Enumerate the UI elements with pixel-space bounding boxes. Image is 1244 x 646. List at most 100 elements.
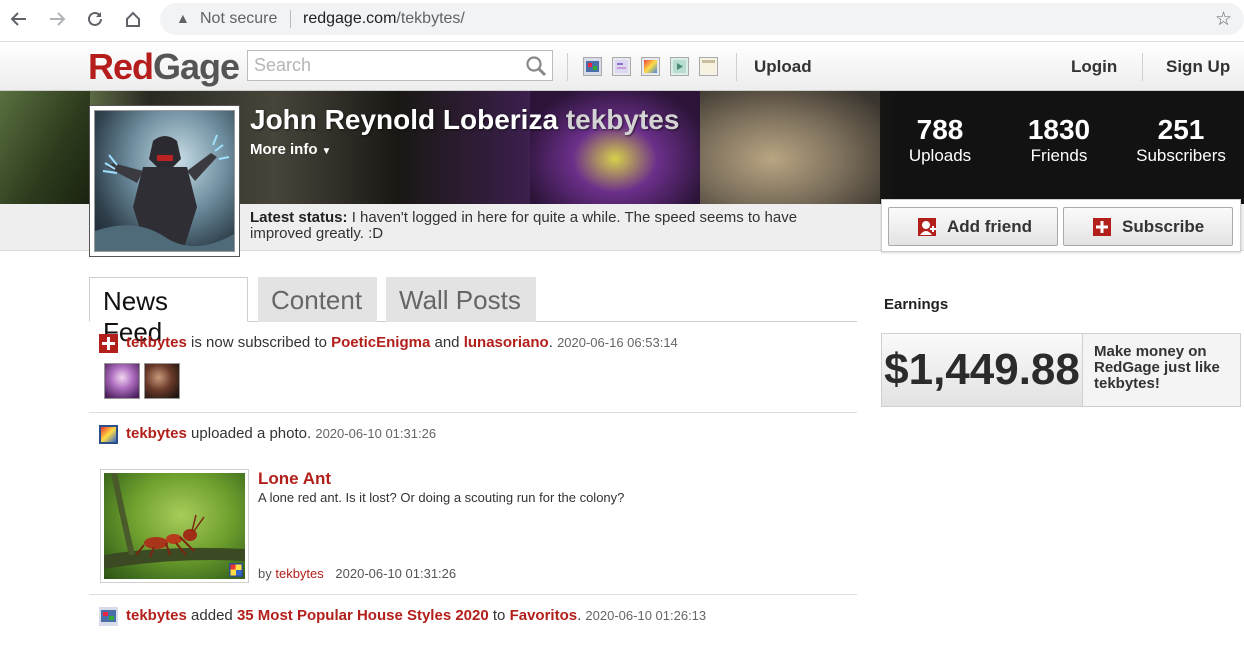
feed-text: tekbytes uploaded a photo. 2020-06-10 01…: [126, 425, 436, 442]
header-divider: [1142, 53, 1143, 81]
avatar[interactable]: [89, 105, 240, 257]
tab-wall-posts[interactable]: Wall Posts: [386, 277, 536, 322]
feed-period: .: [577, 607, 582, 624]
site-header: RedGage Upload Login Sign Up: [0, 43, 1244, 91]
earnings-box: $1,449.88 Make money on RedGage just lik…: [881, 333, 1241, 407]
author-link[interactable]: tekbytes: [275, 566, 323, 581]
add-friend-icon: [918, 217, 936, 236]
plus-icon: [1093, 217, 1111, 236]
status-label: Latest status:: [250, 209, 348, 226]
upload-link[interactable]: Upload: [754, 57, 812, 77]
feed-divider: [89, 594, 857, 595]
subscribe-feed-icon: [99, 334, 118, 353]
tab-content[interactable]: Content: [258, 277, 377, 322]
search-icon[interactable]: [524, 54, 548, 78]
tab-news-feed[interactable]: News Feed: [89, 277, 248, 347]
address-bar[interactable]: ▲ Not secure redgage.com/tekbytes/ ☆: [160, 3, 1244, 35]
stats-panel: 788 Uploads 1830 Friends 251 Subscribers: [880, 91, 1244, 204]
photo-type-icon[interactable]: [583, 57, 602, 76]
subscribers-stat[interactable]: 251 Subscribers: [1134, 115, 1228, 167]
feed-conjunction: and: [434, 334, 460, 351]
warning-icon: ▲: [176, 10, 190, 26]
feed-verb: uploaded a photo.: [191, 425, 312, 442]
earnings-title: Earnings: [884, 296, 949, 313]
latest-status: Latest status: I haven't logged in here …: [250, 210, 860, 242]
content-link[interactable]: 35 Most Popular House Styles 2020: [237, 607, 489, 624]
header-divider: [736, 53, 737, 81]
photo-timestamp: 2020-06-10 01:31:26: [335, 566, 457, 581]
more-info-toggle[interactable]: More info ▼: [250, 141, 331, 158]
actor-link[interactable]: tekbytes: [126, 607, 187, 624]
collection-link[interactable]: Favoritos: [510, 607, 578, 624]
uploads-stat[interactable]: 788 Uploads: [904, 115, 976, 167]
user-avatar-thumb[interactable]: [144, 363, 180, 399]
blog-type-icon[interactable]: [612, 57, 631, 76]
address-divider: [290, 10, 291, 28]
banner-image: [0, 91, 90, 204]
subscribe-button[interactable]: Subscribe: [1063, 207, 1233, 246]
friends-label: Friends: [1030, 146, 1088, 165]
subscribed-user-link[interactable]: PoeticEnigma: [331, 334, 430, 351]
security-label: Not secure: [200, 10, 278, 27]
add-friend-label: Add friend: [947, 216, 1032, 236]
header-divider: [567, 53, 568, 81]
caret-down-icon: ▼: [321, 146, 332, 157]
subscribed-user-link[interactable]: lunasoriano: [464, 334, 549, 351]
friends-count: 1830: [1027, 114, 1091, 145]
video-type-icon[interactable]: [670, 57, 689, 76]
logo-gray: Gage: [153, 46, 240, 87]
feed-preposition: to: [492, 607, 506, 624]
full-name: John Reynold Loberiza: [250, 104, 559, 135]
reload-icon[interactable]: [82, 6, 108, 32]
url-host: redgage.com: [303, 10, 397, 27]
username: tekbytes: [565, 104, 680, 135]
actor-link[interactable]: tekbytes: [126, 425, 187, 442]
profile-name: John Reynold Loberiza tekbytes: [250, 104, 679, 136]
url-text[interactable]: redgage.com/tekbytes/: [303, 10, 465, 28]
by-label: by: [258, 566, 272, 581]
profile-actions: Add friend Subscribe: [881, 199, 1241, 252]
logo-red: Red: [88, 46, 154, 87]
feed-verb: added: [191, 607, 233, 624]
photo-byline: by tekbytes 2020-06-10 01:31:26: [258, 566, 456, 581]
earnings-promo[interactable]: Make money on RedGage just like tekbytes…: [1094, 344, 1234, 392]
user-avatar-thumb[interactable]: [104, 363, 140, 399]
forward-icon[interactable]: [44, 6, 70, 32]
feed-timestamp: 2020-06-16 06:53:14: [557, 335, 678, 350]
actor-link[interactable]: tekbytes: [126, 334, 187, 351]
add-friend-button[interactable]: Add friend: [888, 207, 1058, 246]
feed-verb: is now subscribed to: [191, 334, 327, 351]
ant-photo: [104, 473, 245, 579]
url-path: /tekbytes/: [396, 10, 465, 27]
image-type-icon[interactable]: [641, 57, 660, 76]
photo-thumbnail[interactable]: [100, 469, 249, 583]
bookmark-star-icon[interactable]: ☆: [1215, 8, 1232, 31]
feed-divider: [89, 412, 857, 413]
home-icon[interactable]: [120, 6, 146, 32]
more-info-label: More info: [250, 141, 318, 158]
search-box: [247, 50, 553, 81]
login-link[interactable]: Login: [1071, 57, 1117, 77]
feed-text: tekbytes added 35 Most Popular House Sty…: [126, 607, 706, 624]
signup-link[interactable]: Sign Up: [1166, 57, 1230, 77]
subscribe-label: Subscribe: [1122, 216, 1205, 236]
earnings-amount: $1,449.88: [882, 334, 1083, 406]
feed-period: .: [548, 334, 553, 351]
profile-tabs: News Feed Content Wall Posts: [89, 277, 857, 347]
feed-timestamp: 2020-06-10 01:31:26: [315, 426, 437, 441]
banner-image: [700, 91, 880, 204]
friends-stat[interactable]: 1830 Friends: [1020, 115, 1098, 167]
search-input[interactable]: [248, 51, 518, 80]
feed-text: tekbytes is now subscribed to PoeticEnig…: [126, 334, 678, 351]
uploads-label: Uploads: [908, 146, 972, 165]
avatar-image: [94, 110, 235, 252]
back-icon[interactable]: [6, 6, 32, 32]
subscribers-count: 251: [1157, 114, 1205, 145]
photo-title-link[interactable]: Lone Ant: [258, 469, 331, 489]
photo-description: A lone red ant. Is it lost? Or doing a s…: [258, 490, 625, 505]
uploads-count: 788: [916, 114, 964, 145]
redgage-logo[interactable]: RedGage: [88, 46, 240, 88]
document-type-icon[interactable]: [699, 57, 718, 76]
browser-toolbar: ▲ Not secure redgage.com/tekbytes/ ☆: [0, 0, 1244, 42]
image-feed-icon: [99, 425, 118, 444]
